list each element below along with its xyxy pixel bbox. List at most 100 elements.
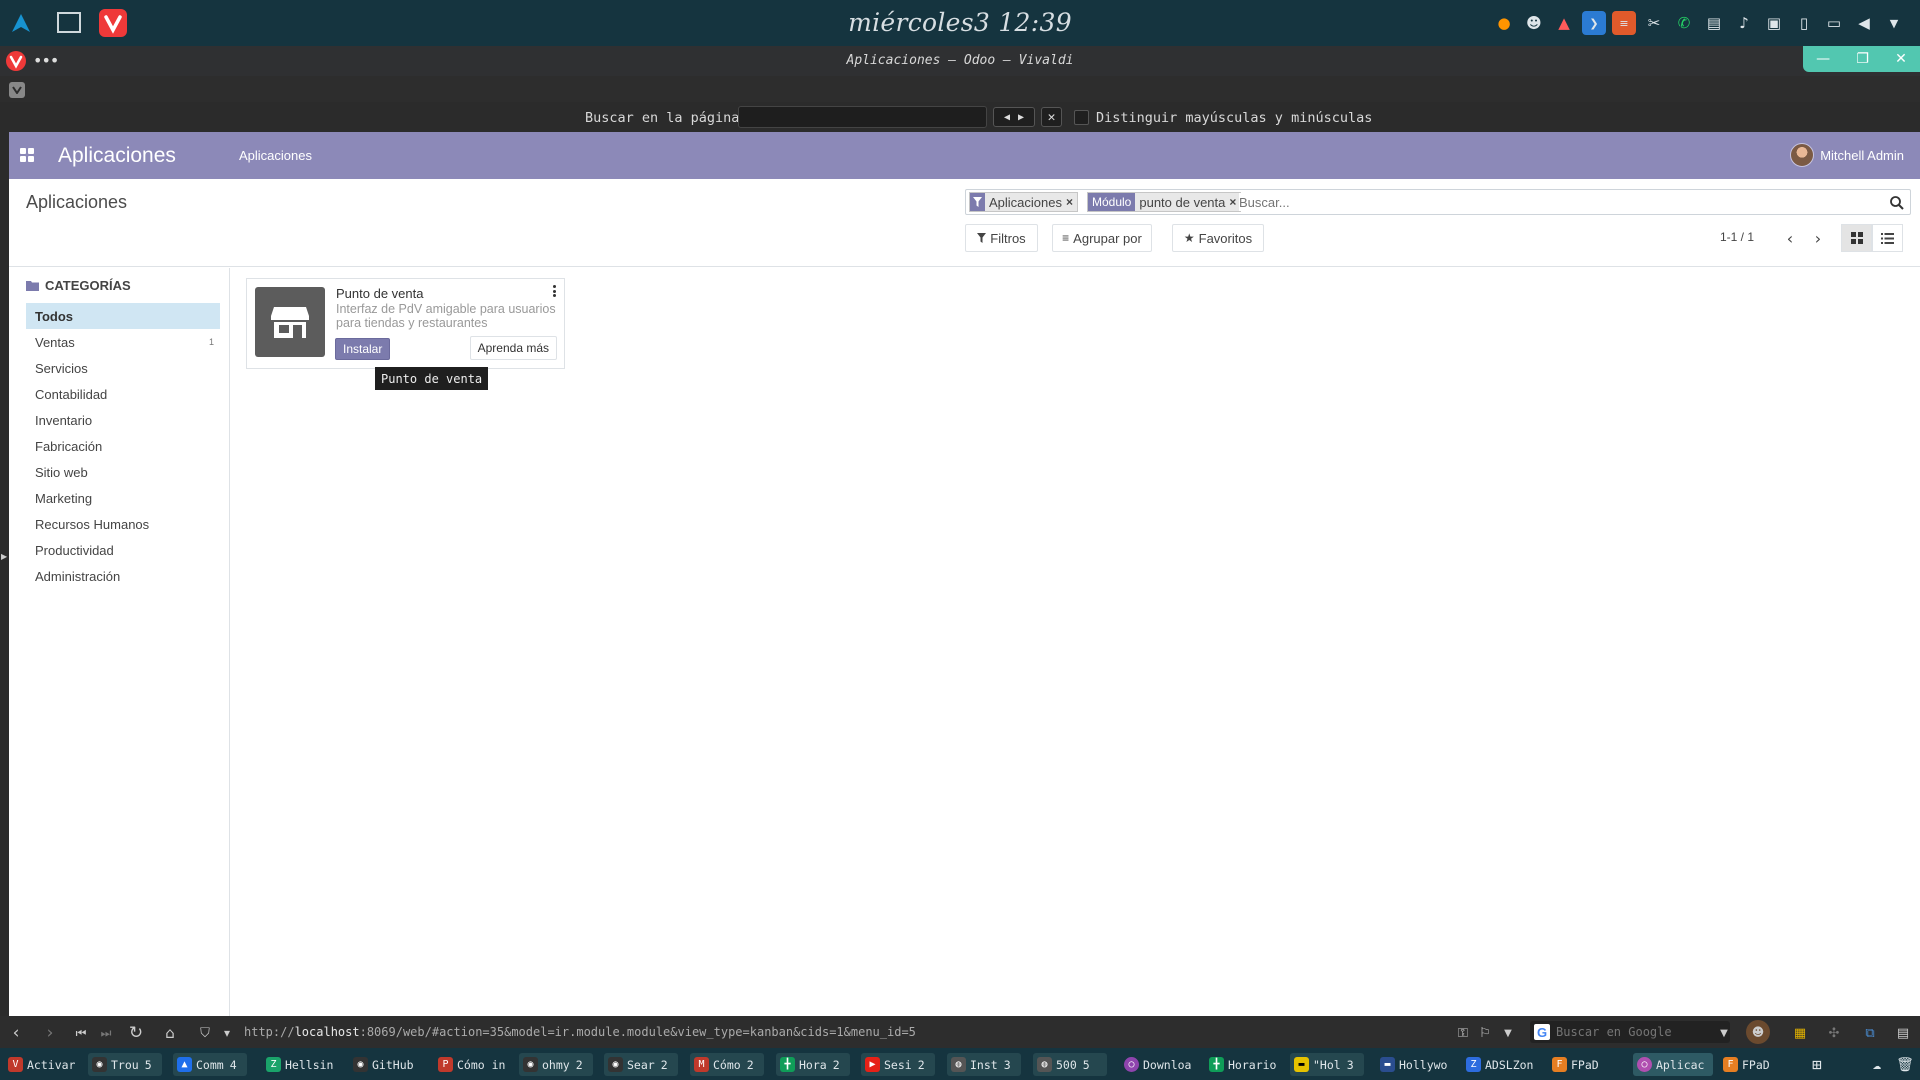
menu-icon[interactable]: ▼ bbox=[1882, 11, 1906, 35]
category-item[interactable]: Todos bbox=[26, 303, 220, 329]
maximize-icon[interactable]: ❐ bbox=[1856, 51, 1869, 67]
close-icon[interactable]: ✕ bbox=[1895, 51, 1907, 67]
battery-icon[interactable]: ▯ bbox=[1792, 11, 1816, 35]
pager-value[interactable]: 1-1 / 1 bbox=[1720, 230, 1754, 244]
category-item[interactable]: Servicios bbox=[26, 355, 220, 381]
translate-icon[interactable]: ⧉ bbox=[1860, 1023, 1880, 1043]
notes-icon[interactable]: ▤ bbox=[1893, 1023, 1913, 1043]
sublime-icon[interactable]: ≡ bbox=[1612, 11, 1636, 35]
taskbar-item[interactable]: ▬ "Hol 3 bbox=[1290, 1053, 1364, 1076]
search-input[interactable] bbox=[1239, 193, 1859, 211]
panel-toggle-icon[interactable]: ▶ bbox=[1, 552, 7, 561]
filters-button[interactable]: Filtros bbox=[965, 224, 1038, 252]
group-by-button[interactable]: ≡ Agrupar por bbox=[1052, 224, 1152, 252]
apps-menu-icon[interactable] bbox=[20, 148, 34, 162]
taskbar-item[interactable]: V Activar bbox=[4, 1053, 82, 1076]
list-view-button[interactable] bbox=[1872, 224, 1903, 252]
find-prev-icon[interactable]: ◀ bbox=[1004, 112, 1010, 123]
search-engine-field[interactable]: G bbox=[1530, 1021, 1730, 1043]
pager-prev-icon[interactable]: ‹ bbox=[1781, 229, 1799, 248]
fast-forward-icon[interactable]: ⏭ bbox=[96, 1023, 116, 1043]
taskbar-item[interactable]: F FPaD bbox=[1719, 1053, 1799, 1076]
vivaldi-panel-icon[interactable] bbox=[9, 82, 25, 98]
find-prev-next-button[interactable]: ◀ ▶ bbox=[993, 107, 1035, 127]
app-brand[interactable]: Aplicaciones bbox=[58, 144, 176, 168]
web-search-input[interactable] bbox=[1556, 1025, 1716, 1039]
category-item[interactable]: Sitio web bbox=[26, 459, 220, 485]
find-input[interactable] bbox=[738, 106, 987, 128]
home-icon[interactable]: ⌂ bbox=[160, 1023, 180, 1043]
reload-icon[interactable]: ↻ bbox=[126, 1023, 146, 1043]
find-next-icon[interactable]: ▶ bbox=[1018, 112, 1024, 123]
taskbar-item[interactable]: P Cómo in bbox=[434, 1053, 512, 1076]
shield-icon[interactable]: ⛉ bbox=[195, 1023, 215, 1043]
match-case-checkbox[interactable] bbox=[1074, 110, 1089, 125]
category-item[interactable]: Marketing bbox=[26, 485, 220, 511]
key-icon[interactable]: ⚿ bbox=[1453, 1023, 1473, 1043]
profile-icon[interactable]: ☻ bbox=[1746, 1020, 1770, 1044]
install-button[interactable]: Instalar bbox=[335, 338, 391, 360]
taskbar-item[interactable]: F FPaD bbox=[1548, 1053, 1628, 1076]
extension-icon[interactable]: ▦ bbox=[1790, 1023, 1810, 1043]
forward-icon[interactable]: › bbox=[40, 1023, 60, 1043]
taskbar-item[interactable]: ▲ Comm 4 bbox=[173, 1053, 247, 1076]
kanban-view-button[interactable] bbox=[1841, 224, 1872, 252]
dropdown-icon[interactable]: ▼ bbox=[1498, 1023, 1518, 1043]
taskbar-item[interactable]: ◉ Trou 5 bbox=[88, 1053, 162, 1076]
user-menu[interactable]: Mitchell Admin bbox=[1790, 142, 1904, 168]
taskbar-item-active[interactable]: ○ Aplicac bbox=[1633, 1053, 1713, 1076]
discord-icon[interactable]: ☻ bbox=[1522, 11, 1546, 35]
learn-more-button[interactable]: Aprenda más bbox=[469, 336, 557, 360]
taskbar-item[interactable]: M Cómo 2 bbox=[690, 1053, 764, 1076]
network-icon[interactable]: ✂ bbox=[1642, 11, 1666, 35]
nav-menu-item[interactable]: Aplicaciones bbox=[239, 148, 312, 163]
category-item[interactable]: Inventario bbox=[26, 407, 220, 433]
taskbar-item[interactable]: ◉ ohmy 2 bbox=[519, 1053, 593, 1076]
category-item[interactable]: Contabilidad bbox=[26, 381, 220, 407]
taskbar-item[interactable]: ◍ Inst 3 bbox=[947, 1053, 1021, 1076]
back-icon[interactable]: ‹ bbox=[6, 1023, 26, 1043]
rewind-icon[interactable]: ⏮ bbox=[71, 1023, 91, 1043]
category-item[interactable]: Recursos Humanos bbox=[26, 511, 220, 537]
new-tab-icon[interactable]: ⊞ bbox=[1806, 1053, 1828, 1076]
taskbar-item[interactable]: ▬ Hollywo bbox=[1376, 1053, 1456, 1076]
whatsapp-icon[interactable]: ✆ bbox=[1672, 11, 1696, 35]
task-label: 500 bbox=[1056, 1057, 1077, 1072]
minimize-icon[interactable]: — bbox=[1816, 51, 1830, 67]
firefox-icon[interactable]: ● bbox=[1492, 11, 1516, 35]
favorites-button[interactable]: ★ Favoritos bbox=[1172, 224, 1264, 252]
vscode-icon[interactable]: ❯ bbox=[1582, 11, 1606, 35]
taskbar-item[interactable]: ○ Downloa bbox=[1120, 1053, 1200, 1076]
taskbar-item[interactable]: ◍ 500 5 bbox=[1033, 1053, 1107, 1076]
category-item[interactable]: Administración bbox=[26, 563, 220, 589]
url-field[interactable]: http://localhost:8069/web/#action=35&mod… bbox=[244, 1025, 916, 1039]
taskbar-item[interactable]: Z ADSLZon bbox=[1462, 1053, 1542, 1076]
category-item[interactable]: Ventas 1 bbox=[26, 329, 220, 355]
category-item[interactable]: Productividad bbox=[26, 537, 220, 563]
category-item[interactable]: Fabricación bbox=[26, 433, 220, 459]
screenshot-icon[interactable]: ▣ bbox=[1762, 11, 1786, 35]
search-icon[interactable] bbox=[1888, 194, 1906, 212]
app-card[interactable]: Punto de venta Interfaz de PdV amigable … bbox=[246, 278, 565, 369]
taskbar-item[interactable]: ▶ Sesi 2 bbox=[861, 1053, 935, 1076]
taskbar-item[interactable]: ╋ Horario bbox=[1205, 1053, 1285, 1076]
ghost-icon[interactable]: ▲ bbox=[1552, 11, 1576, 35]
trash-icon[interactable]: 🗑 bbox=[1894, 1053, 1916, 1076]
pager-next-icon[interactable]: › bbox=[1809, 229, 1827, 248]
search-dropdown-icon[interactable]: ▼ bbox=[1714, 1023, 1734, 1043]
display-icon[interactable]: ▭ bbox=[1822, 11, 1846, 35]
taskbar-item[interactable]: ╋ Hora 2 bbox=[776, 1053, 850, 1076]
cloud-icon[interactable]: ☁ bbox=[1866, 1053, 1888, 1076]
find-close-button[interactable]: ✕ bbox=[1041, 107, 1062, 127]
bookmark-icon[interactable]: ⚐ bbox=[1475, 1023, 1495, 1043]
speaker-icon[interactable]: ◀ bbox=[1852, 11, 1876, 35]
taskbar-item[interactable]: Z Hellsin bbox=[262, 1053, 340, 1076]
puzzle-icon[interactable]: ✣ bbox=[1824, 1023, 1844, 1043]
taskbar-item[interactable]: ◉ Sear 2 bbox=[604, 1053, 678, 1076]
vivaldi-badge-icon[interactable]: ▾ bbox=[217, 1023, 237, 1043]
facet-remove-icon[interactable]: × bbox=[1066, 193, 1078, 211]
taskbar-item[interactable]: ◉ GitHub bbox=[349, 1053, 429, 1076]
clipboard-icon[interactable]: ▤ bbox=[1702, 11, 1726, 35]
card-dropdown-icon[interactable] bbox=[550, 284, 558, 298]
volume-icon[interactable]: ♪ bbox=[1732, 11, 1756, 35]
